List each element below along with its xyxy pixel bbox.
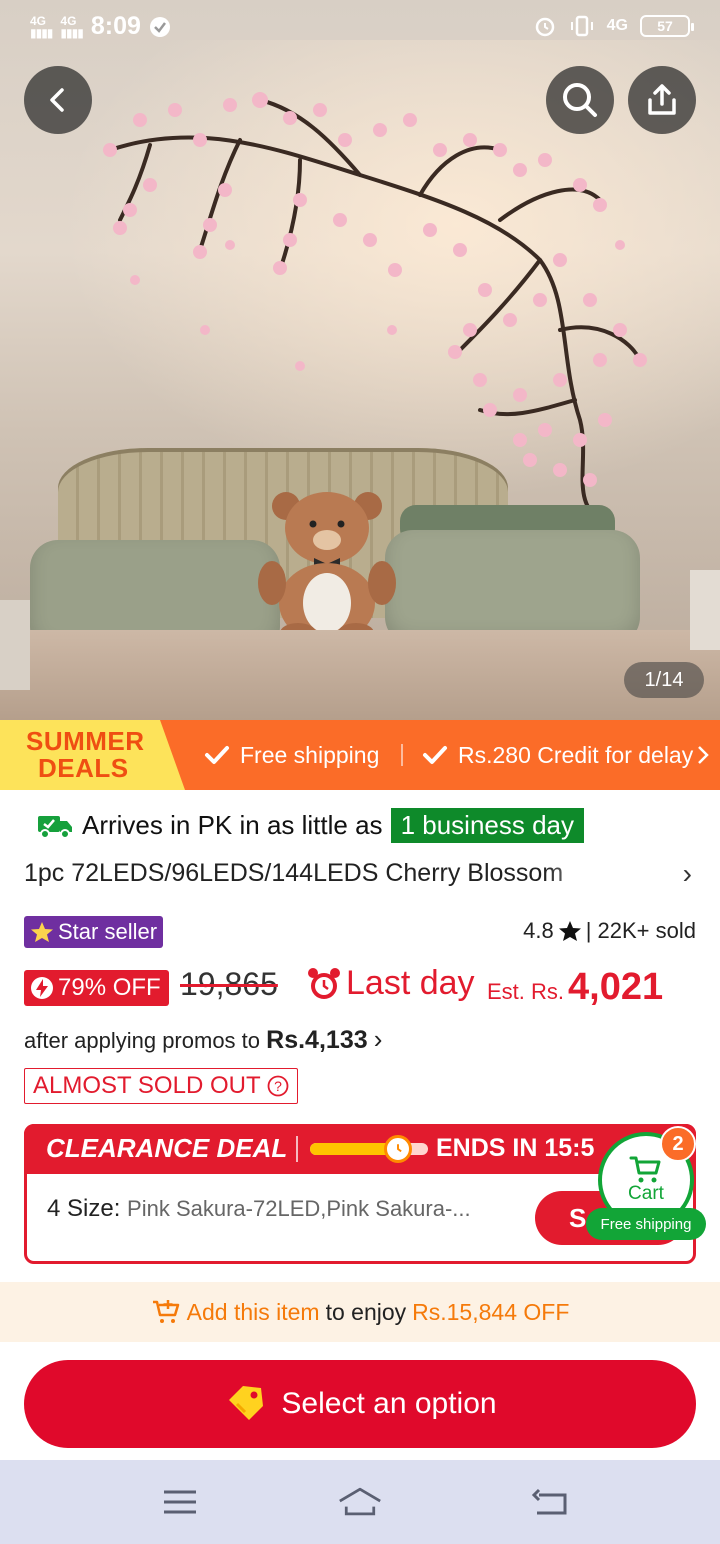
image-page-indicator: 1/14 — [624, 662, 704, 698]
signal-indicator: 4G ▮▮▮▮ — [60, 13, 83, 40]
price-tag-icon — [229, 1386, 264, 1420]
status-bar: 4G ▮▮▮▮ 4G ▮▮▮▮ 8:09 4G 57 — [0, 0, 720, 56]
check-icon — [205, 746, 229, 764]
nightstand — [0, 600, 30, 690]
back-icon — [50, 88, 64, 112]
product-image-gallery[interactable]: 1/14 — [0, 0, 720, 720]
return-icon — [531, 1488, 567, 1515]
alarm-icon — [535, 17, 554, 37]
signal-indicator: 4G ▮▮▮▮ — [30, 13, 53, 40]
cart-count-badge: 2 — [660, 1126, 696, 1162]
sold-count: | 22K+ sold — [585, 918, 696, 943]
select-option-button[interactable]: Select an option — [24, 1360, 696, 1448]
star-seller-icon — [31, 922, 53, 942]
clearance-deal-box: CLEARANCE DEAL ENDS IN 15:5 4 Size: Pink… — [24, 1124, 696, 1264]
promo-price: Rs.4,133 — [266, 1026, 368, 1054]
clock: 8:09 — [90, 12, 141, 40]
search-icon — [563, 83, 597, 117]
promo-price-line[interactable]: after applying promos to Rs.4,133 › — [24, 1024, 382, 1055]
check-icon — [423, 746, 447, 764]
help-icon: ? — [267, 1075, 289, 1097]
home-icon — [339, 1487, 381, 1516]
star-icon — [558, 921, 581, 941]
lightning-icon — [31, 977, 53, 999]
cart-icon — [629, 1156, 661, 1183]
divider — [296, 1136, 298, 1162]
teddy-bear — [258, 492, 396, 643]
delivery-truck-icon — [38, 815, 72, 839]
add-item-link[interactable]: Add this item — [187, 1299, 320, 1326]
product-title-row[interactable]: 1pc 72LEDS/96LEDS/144LEDS Cherry Blossom… — [24, 856, 696, 890]
alarm-clock-icon — [308, 967, 340, 999]
add-item-promo-strip[interactable]: Add this item to enjoy Rs.15,844 OFF — [0, 1282, 720, 1342]
discount-badge: 79% OFF — [24, 970, 169, 1006]
chevron-right-icon — [698, 746, 710, 764]
share-button[interactable] — [628, 66, 696, 134]
home-button[interactable] — [338, 1480, 382, 1524]
cart-label: Cart — [628, 1183, 664, 1204]
pillow — [385, 530, 640, 645]
summer-deals-badge-text: SUMMER DEALS — [26, 726, 145, 783]
back-nav-button[interactable] — [528, 1480, 572, 1524]
rating-value: 4.8 — [523, 918, 554, 943]
almost-sold-out-badge[interactable]: ALMOST SOLD OUT ? — [24, 1068, 298, 1104]
divider — [401, 744, 403, 766]
cart-plus-icon — [152, 1300, 179, 1323]
clearance-header: CLEARANCE DEAL ENDS IN 15:5 — [24, 1124, 696, 1174]
clearance-title: CLEARANCE DEAL — [46, 1133, 288, 1163]
rating-and-sold[interactable]: 4.8 | 22K+ sold — [523, 918, 696, 944]
share-icon — [648, 84, 676, 115]
price-row: 79% OFF 19,865 Last day Est. Rs. 4,021 — [24, 964, 704, 1012]
menu-icon — [164, 1490, 196, 1514]
delivery-estimate: Arrives in PK in as little as 1 business… — [36, 808, 585, 843]
search-button[interactable] — [546, 66, 614, 134]
free-shipping-tag: Free shipping — [586, 1208, 706, 1240]
size-selector[interactable]: 4 Size: Pink Sakura-72LED,Pink Sakura-..… — [47, 1195, 471, 1223]
check-circle-icon — [149, 16, 170, 37]
last-day-timer: Last day — [306, 964, 475, 1003]
product-title: 1pc 72LEDS/96LEDS/144LEDS Cherry Blossom — [24, 858, 564, 887]
chevron-right-icon: › — [682, 858, 692, 889]
battery-icon: 57 — [640, 15, 694, 37]
back-button[interactable] — [24, 66, 92, 134]
delivery-highlight: 1 business day — [390, 808, 585, 843]
chevron-right-icon: › — [373, 1024, 383, 1054]
add-item-discount: Rs.15,844 OFF — [412, 1298, 570, 1325]
summer-deals-banner[interactable]: SUMMER DEALS Free shipping Rs.280 Credit… — [0, 720, 720, 790]
side-table — [690, 570, 720, 650]
network-type: 4G — [606, 17, 628, 34]
clock-icon — [384, 1135, 412, 1163]
menu-button[interactable] — [158, 1480, 202, 1524]
estimated-price: Est. Rs. 4,021 — [487, 966, 664, 1008]
credit-for-delay-benefit[interactable]: Rs.280 Credit for delay — [422, 720, 710, 790]
system-navigation-bar — [0, 1460, 720, 1544]
original-price: 19,865 — [180, 966, 278, 1002]
bed-sheets — [0, 630, 720, 720]
clearance-countdown: ENDS IN 15:5 — [436, 1134, 595, 1162]
free-shipping-benefit: Free shipping — [204, 720, 379, 790]
svg-text:?: ? — [274, 1078, 282, 1094]
star-seller-badge[interactable]: Star seller — [24, 916, 164, 948]
vibrate-icon — [570, 15, 593, 37]
size-value: Pink Sakura-72LED,Pink Sakura-... — [127, 1196, 471, 1221]
